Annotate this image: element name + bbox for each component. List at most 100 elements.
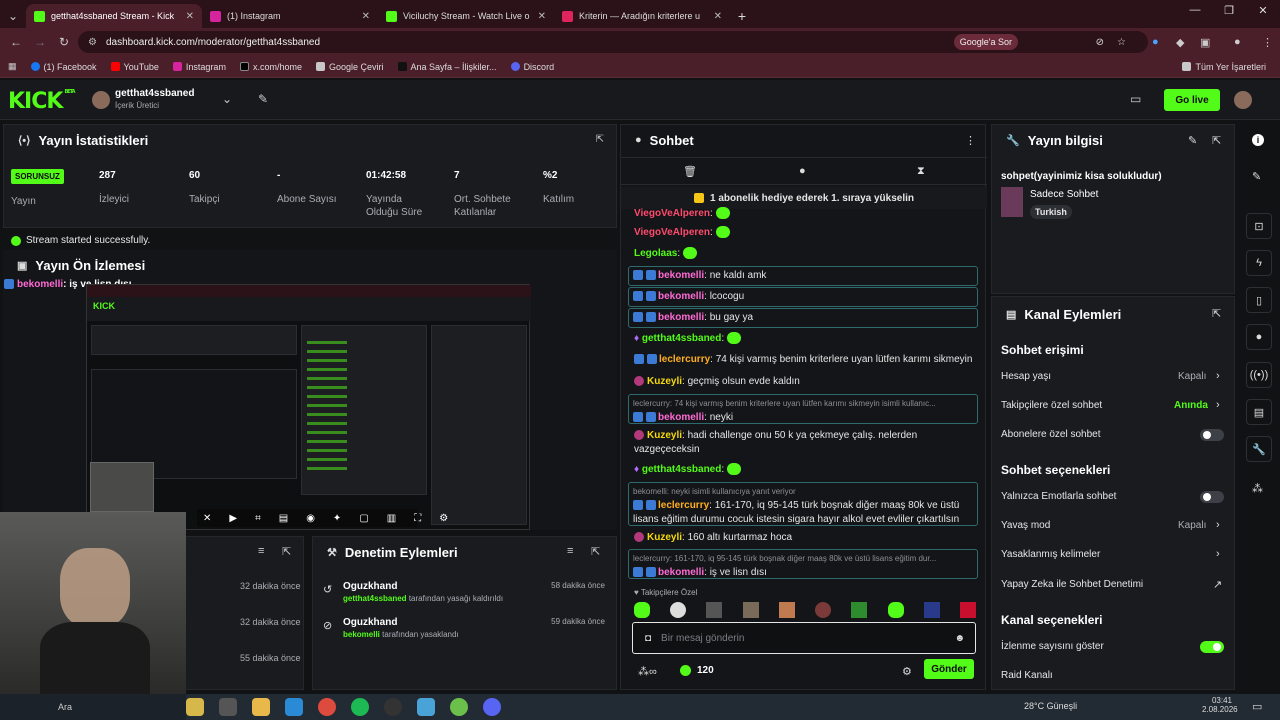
bookmark-item[interactable]: Discord [510, 62, 554, 72]
new-tab-icon[interactable]: + [730, 4, 754, 28]
chat-message[interactable]: leclercurry: 161-170, iq 95-145 türk boş… [628, 549, 978, 579]
chat-message[interactable]: ViegoVeAlperen: [628, 207, 978, 219]
close-tab-icon[interactable]: ✕ [538, 11, 546, 22]
chevron-right-icon[interactable]: › [1216, 399, 1220, 411]
settings-icon[interactable]: ⚙ [439, 513, 448, 524]
camera-icon[interactable]: ▶ [229, 513, 237, 524]
chat-message[interactable]: Kuzeyli: 160 altı kurtarmaz hoca [628, 531, 978, 545]
close-window-icon[interactable]: ✕ [1246, 4, 1280, 17]
studio-icon[interactable]: ▭ [1130, 92, 1141, 106]
emote-icon[interactable] [851, 602, 868, 618]
go-live-button[interactable]: Go live [1164, 89, 1220, 111]
server-icon[interactable]: ▤ [1246, 399, 1272, 425]
setting-value[interactable]: Kapalı [1178, 520, 1206, 531]
close-tab-icon[interactable]: ✕ [186, 11, 194, 22]
menu-icon[interactable]: ⋮ [1262, 36, 1273, 49]
expand-icon[interactable]: ⇱ [1212, 307, 1221, 320]
chat-message[interactable]: ♦ getthat4ssbaned: [628, 463, 978, 477]
emote-icon[interactable] [670, 602, 687, 618]
back-icon[interactable]: ← [4, 35, 28, 49]
extensions-puzzle-icon[interactable]: ▣ [1200, 36, 1210, 49]
setting-label[interactable]: Hesap yaşı [1001, 371, 1051, 382]
filter-icon[interactable]: ≡ [258, 545, 264, 557]
emoji-icon[interactable]: ☻ [954, 633, 965, 644]
settings-icon[interactable]: ⚙ [902, 665, 912, 678]
filter-icon[interactable]: ≡ [567, 545, 573, 557]
document-icon[interactable]: ▯ [1246, 287, 1272, 313]
bookmark-item[interactable]: YouTube [110, 62, 159, 72]
trash-icon[interactable]: 🗑 [683, 165, 697, 178]
broadcast-icon[interactable]: ((•)) [1246, 362, 1272, 388]
setting-value[interactable]: Kapalı [1178, 371, 1206, 382]
browser-tab[interactable]: Viciluchy Stream - Watch Live o ✕ [378, 4, 554, 28]
more-icon[interactable]: ⋮ [965, 134, 976, 147]
chevron-right-icon[interactable]: › [1216, 370, 1220, 382]
bookmark-star-icon[interactable]: ☆ [1117, 37, 1126, 48]
hide-icon[interactable]: ⊘ [1096, 37, 1104, 48]
extension-icon[interactable]: ◆ [1176, 36, 1184, 49]
tab-list-icon[interactable]: ⌄ [0, 4, 26, 28]
mic-icon[interactable]: ✕ [203, 513, 211, 524]
notification-icon[interactable]: ▭ [1252, 700, 1262, 713]
bookmark-item[interactable]: (1) Facebook [30, 62, 97, 72]
reload-icon[interactable]: ↻ [52, 35, 76, 49]
expand-icon[interactable]: ⇱ [1212, 134, 1221, 147]
chat-input[interactable]: ◘ Bir mesaj gönderin ☻ [632, 622, 976, 654]
url-field[interactable]: ⚙ dashboard.kick.com/moderator/getthat4s… [78, 31, 1148, 53]
taskbar-search[interactable]: Ara [0, 694, 186, 720]
spotify-icon[interactable] [351, 698, 369, 716]
record-icon[interactable]: ◉ [306, 513, 315, 524]
chat-message[interactable]: Kuzeyli: geçmiş olsun evde kaldın [628, 375, 978, 389]
emote-icon[interactable] [742, 602, 759, 618]
google-ask-button[interactable]: Google'a Sor [953, 34, 1018, 50]
bookmark-item[interactable]: x.com/home [239, 62, 302, 72]
expand-icon[interactable]: ⇱ [591, 545, 600, 558]
external-link-icon[interactable]: ↗ [1213, 578, 1222, 591]
chat-message[interactable]: leclercurry: 74 kişi varmış benim kriter… [628, 353, 978, 367]
category-thumbnail[interactable] [1001, 187, 1023, 217]
setting-label[interactable]: Takipçilere özel sohbet [1001, 400, 1102, 411]
app-icon[interactable] [450, 698, 468, 716]
reply-context[interactable]: leclercurry: 161-170, iq 95-145 türk boş… [633, 552, 973, 566]
kick-logo[interactable]: KICK BETA [8, 89, 76, 114]
extension-icon[interactable]: ● [1152, 36, 1159, 48]
setting-label[interactable]: Yapay Zeka ile Sohbet Denetimi [1001, 579, 1143, 590]
expand-icon[interactable]: ⇱ [596, 134, 604, 145]
weather-widget[interactable]: 28°C Güneşli [1024, 701, 1077, 711]
gift-promo-banner[interactable]: 1 abonelik hediye ederek 1. sıraya yükse… [621, 187, 987, 209]
expand-icon[interactable]: ⇱ [282, 545, 291, 558]
crop-icon[interactable]: ⌗ [255, 513, 261, 524]
forward-icon[interactable]: → [28, 35, 52, 49]
emote-icon[interactable] [815, 602, 832, 618]
frame-icon[interactable]: ▢ [359, 513, 368, 524]
bookmark-item[interactable]: Instagram [172, 62, 226, 72]
clock[interactable]: 03:41 2.08.2026 [1202, 696, 1238, 714]
show-viewcount-toggle[interactable] [1200, 641, 1224, 653]
widgets-icon[interactable] [186, 698, 204, 716]
send-button[interactable]: Gönder [924, 659, 974, 679]
chat-message[interactable]: ♦ getthat4ssbaned: [628, 332, 978, 346]
channel-switcher[interactable]: getthat4ssbaned İçerik Üretici [115, 88, 194, 110]
community-icon[interactable]: ⁂∞ [638, 665, 657, 678]
chat-message[interactable]: bekomelli: neyki isimli kullanıcıya yanı… [628, 482, 978, 526]
hourglass-icon[interactable]: ⧗ [917, 165, 925, 178]
reply-context[interactable]: leclercurry: 74 kişi varmış benim kriter… [633, 397, 973, 411]
edge-icon[interactable] [285, 698, 303, 716]
restore-icon[interactable]: ❐ [1212, 4, 1246, 17]
chat-message[interactable]: ViegoVeAlperen: [628, 226, 978, 240]
chat-message[interactable]: Kuzeyli: hadi challenge onu 50 k ya çekm… [628, 429, 978, 457]
chat-message[interactable]: bekomelli: bu gay ya [628, 308, 978, 328]
film-icon[interactable]: ▤ [279, 513, 288, 524]
chat-message[interactable]: leclercurry: 74 kişi varmış benim kriter… [628, 394, 978, 424]
chat-message[interactable]: bekomelli: lcocogu [628, 287, 978, 307]
setting-label[interactable]: Yavaş mod [1001, 520, 1050, 531]
pin-icon[interactable]: ✎ [258, 92, 268, 106]
edit-icon[interactable]: ✎ [1252, 170, 1261, 183]
emote-icon[interactable] [923, 602, 940, 618]
capture-icon[interactable]: ⊡ [1246, 213, 1272, 239]
chevron-right-icon[interactable]: › [1216, 548, 1220, 560]
info-icon[interactable]: i [1252, 134, 1264, 146]
emote-only-toggle[interactable] [1200, 491, 1224, 503]
chat-message[interactable]: Legolaas: [628, 247, 978, 261]
minimize-icon[interactable]: — [1178, 4, 1212, 17]
